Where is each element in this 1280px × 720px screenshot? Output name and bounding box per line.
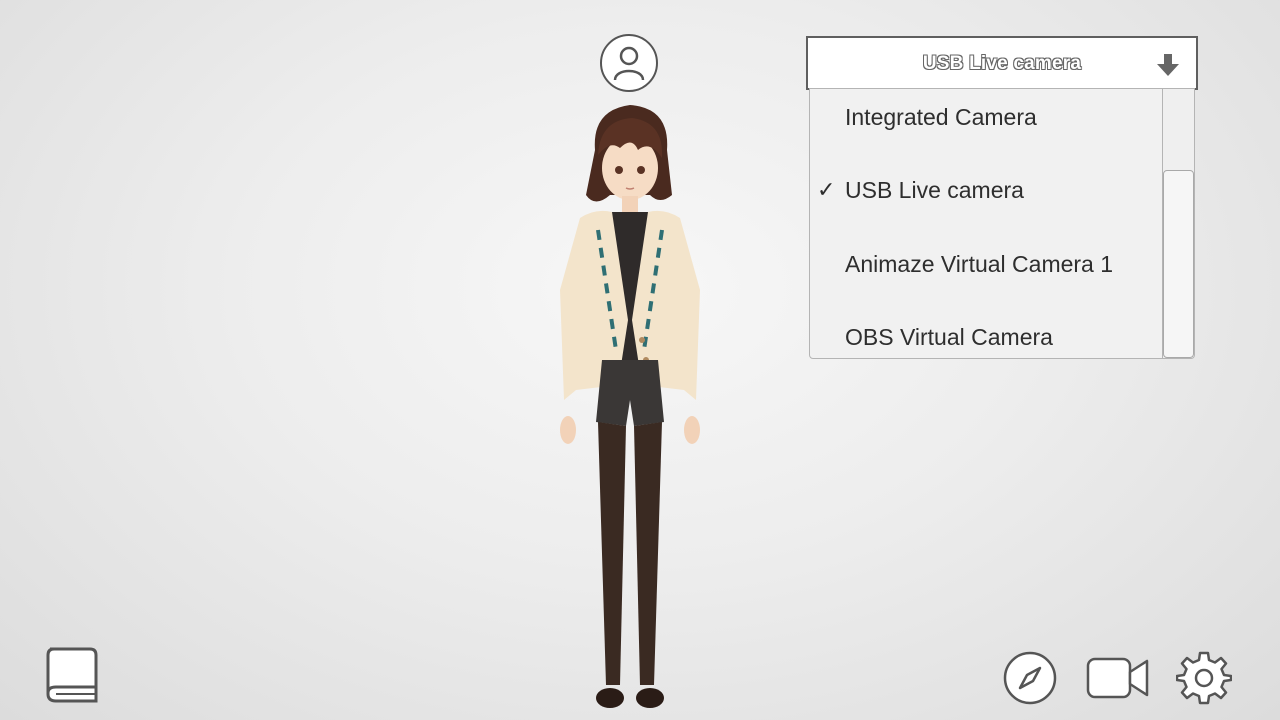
camera-dropdown-value: USB Live camera xyxy=(922,53,1082,74)
camera-dropdown-list: Integrated Camera ✓ USB Live camera Anim… xyxy=(809,88,1195,359)
profile-button[interactable] xyxy=(600,34,658,92)
avatar-character xyxy=(560,105,700,708)
checkmark-icon: ✓ xyxy=(817,177,836,202)
camera-option-label: OBS Virtual Camera xyxy=(845,324,1053,350)
camera-option-obs[interactable]: OBS Virtual Camera xyxy=(810,317,1162,357)
camera-option-animaze[interactable]: Animaze Virtual Camera 1 xyxy=(810,244,1162,284)
camera-option-label: USB Live camera xyxy=(845,177,1024,203)
explore-button[interactable] xyxy=(1002,650,1058,706)
book-icon xyxy=(46,647,98,703)
dropdown-scrollbar[interactable] xyxy=(1162,89,1194,358)
gear-icon xyxy=(1175,651,1233,705)
camera-option-usb-live[interactable]: ✓ USB Live camera xyxy=(810,170,1162,210)
camera-option-integrated[interactable]: Integrated Camera xyxy=(810,97,1162,137)
camera-button[interactable] xyxy=(1086,655,1150,701)
settings-button[interactable] xyxy=(1175,650,1233,706)
scrollbar-thumb[interactable] xyxy=(1163,170,1194,358)
camera-option-label: Animaze Virtual Camera 1 xyxy=(845,251,1114,277)
arrow-down-icon xyxy=(1157,54,1179,76)
camera-dropdown[interactable]: USB Live camera xyxy=(806,36,1198,90)
compass-icon xyxy=(1003,651,1057,705)
video-camera-icon xyxy=(1086,657,1149,699)
camera-option-label: Integrated Camera xyxy=(845,104,1037,130)
user-icon xyxy=(613,46,645,81)
guide-button[interactable] xyxy=(42,645,100,707)
